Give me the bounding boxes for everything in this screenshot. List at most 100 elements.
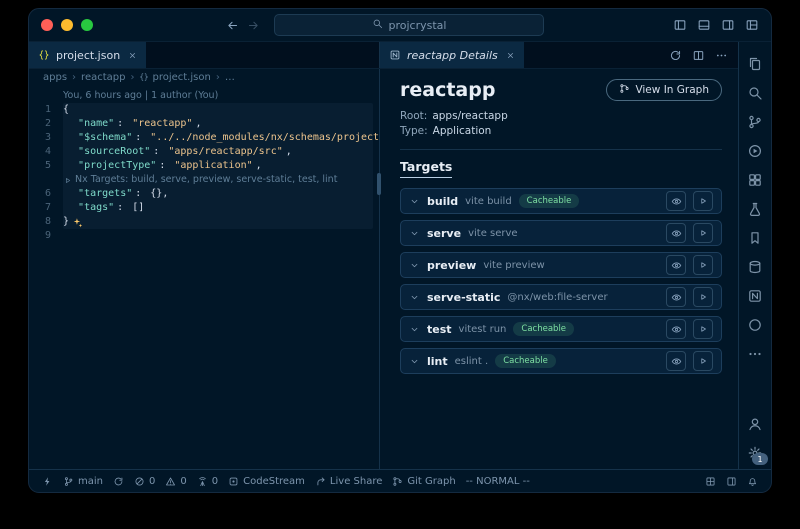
tab-project-json[interactable]: project.json [29, 42, 146, 68]
line-number[interactable]: 4 [29, 145, 63, 159]
back-button[interactable] [226, 19, 239, 32]
editor-action-split-button[interactable] [692, 49, 705, 62]
code-line[interactable]: { [63, 103, 69, 117]
code-editor[interactable]: You, 6 hours ago | 1 author (You)1{2 "na… [29, 85, 379, 469]
activity-circle-button[interactable] [747, 317, 763, 333]
activity-nx-button[interactable] [747, 288, 763, 304]
breadcrumb-item-apps[interactable]: apps [43, 72, 67, 83]
line-number[interactable]: 5 [29, 159, 63, 173]
run-target-button[interactable] [693, 223, 713, 243]
expand-target-button[interactable] [409, 292, 420, 303]
status-vim-mode[interactable]: -- NORMAL -- [461, 470, 535, 492]
status-liveshare[interactable]: Live Share [310, 470, 387, 492]
close-window-button[interactable] [41, 19, 53, 31]
activity-extensions-button[interactable] [747, 172, 763, 188]
forward-button[interactable] [247, 19, 260, 32]
breadcrumb: apps›reactapp›project.json›… [29, 69, 379, 85]
code-line[interactable]: "projectType": "application", [63, 159, 262, 173]
activity-debug-button[interactable] [747, 143, 763, 159]
code-line[interactable]: "$schema": "../../node_modules/nx/schema… [63, 131, 379, 145]
activity-account-button[interactable] [747, 416, 763, 432]
breadcrumb-item-[interactable]: … [225, 72, 235, 83]
run-target-button[interactable] [693, 351, 713, 371]
line-number[interactable]: 1 [29, 103, 63, 117]
target-row-preview[interactable]: previewvite preview [400, 252, 722, 278]
editor-action-refresh-button[interactable] [669, 49, 682, 62]
expand-target-button[interactable] [409, 324, 420, 335]
code-line[interactable]: "tags": [] [63, 201, 144, 215]
run-target-button[interactable] [693, 255, 713, 275]
status-grid[interactable] [700, 470, 721, 492]
status-remote[interactable] [37, 470, 58, 492]
line-number[interactable]: 8 [29, 215, 63, 229]
status-error[interactable]: 0 [129, 470, 160, 492]
titlebar-panel-bottom-button[interactable] [697, 18, 711, 32]
run-target-button[interactable] [693, 191, 713, 211]
view-target-button[interactable] [666, 223, 686, 243]
minimize-window-button[interactable] [61, 19, 73, 31]
status-warning[interactable]: 0 [160, 470, 191, 492]
breadcrumb-separator: › [130, 72, 134, 83]
target-row-serve-static[interactable]: serve-static@nx/web:file-server [400, 284, 722, 310]
code-line[interactable]: } [63, 215, 83, 229]
expand-target-button[interactable] [409, 196, 420, 207]
view-target-button[interactable] [666, 255, 686, 275]
close-tab-icon[interactable] [506, 51, 515, 60]
status-bell[interactable] [742, 470, 763, 492]
line-number[interactable]: 2 [29, 117, 63, 131]
close-icon [128, 51, 137, 60]
expand-target-button[interactable] [409, 356, 420, 367]
activity-more-button[interactable] [747, 346, 763, 362]
line-number[interactable]: 7 [29, 201, 63, 215]
eye-icon [671, 324, 682, 335]
status-tower[interactable]: 0 [192, 470, 223, 492]
view-target-button[interactable] [666, 191, 686, 211]
activity-testing-button[interactable] [747, 201, 763, 217]
expand-target-button[interactable] [409, 260, 420, 271]
status-sync[interactable] [108, 470, 129, 492]
status-branch[interactable]: main [58, 470, 108, 492]
titlebar-sidebar-left-button[interactable] [673, 18, 687, 32]
activity-files-button[interactable] [747, 56, 763, 72]
line-number[interactable]: 3 [29, 131, 63, 145]
editor-action-more-button[interactable] [715, 49, 728, 62]
status-gitgraph[interactable]: Git Graph [387, 470, 460, 492]
view-in-graph-button[interactable]: View In Graph [606, 79, 722, 101]
target-row-build[interactable]: buildvite buildCacheable [400, 188, 722, 214]
view-target-button[interactable] [666, 287, 686, 307]
target-row-test[interactable]: testvitest runCacheable [400, 316, 722, 342]
run-target-button[interactable] [693, 287, 713, 307]
line-number[interactable]: 9 [29, 229, 63, 243]
breadcrumb-item-reactapp[interactable]: reactapp [81, 72, 125, 83]
code-line[interactable]: "targets": {}, [63, 187, 168, 201]
view-target-button[interactable] [666, 319, 686, 339]
activity-source-control-button[interactable] [747, 114, 763, 130]
command-center-search[interactable]: projcrystal [274, 14, 544, 36]
activity-settings-button[interactable]: 1 [747, 445, 763, 461]
activity-bookmarks-button[interactable] [747, 230, 763, 246]
expand-target-button[interactable] [409, 228, 420, 239]
project-details-panel: reactapp View In Graph Root:apps/reactap… [380, 69, 738, 469]
code-line[interactable]: "sourceRoot": "apps/reactapp/src", [63, 145, 292, 159]
git-blame-annotation[interactable]: You, 6 hours ago | 1 author (You) [63, 89, 218, 103]
breadcrumb-item-project.json[interactable]: project.json [139, 72, 210, 83]
nx-targets-codelens[interactable]: Nx Targets: build, serve, preview, serve… [63, 173, 337, 187]
code-line[interactable]: "name": "reactapp", [63, 117, 201, 131]
titlebar-sidebar-right-button[interactable] [721, 18, 735, 32]
bell-icon [747, 476, 758, 487]
target-row-serve[interactable]: servevite serve [400, 220, 722, 246]
tab-reactapp-details[interactable]: reactapp Details [380, 42, 524, 68]
status-codestream[interactable]: CodeStream [223, 470, 310, 492]
titlebar-layout-button[interactable] [745, 18, 759, 32]
view-target-button[interactable] [666, 351, 686, 371]
pane-resize-handle[interactable] [377, 173, 381, 195]
zoom-window-button[interactable] [81, 19, 93, 31]
target-command: @nx/web:file-server [507, 292, 607, 303]
activity-database-button[interactable] [747, 259, 763, 275]
run-target-button[interactable] [693, 319, 713, 339]
line-number[interactable]: 6 [29, 187, 63, 201]
activity-search-button[interactable] [747, 85, 763, 101]
status-columns[interactable] [721, 470, 742, 492]
target-row-lint[interactable]: linteslint .Cacheable [400, 348, 722, 374]
close-tab-icon[interactable] [128, 51, 137, 60]
